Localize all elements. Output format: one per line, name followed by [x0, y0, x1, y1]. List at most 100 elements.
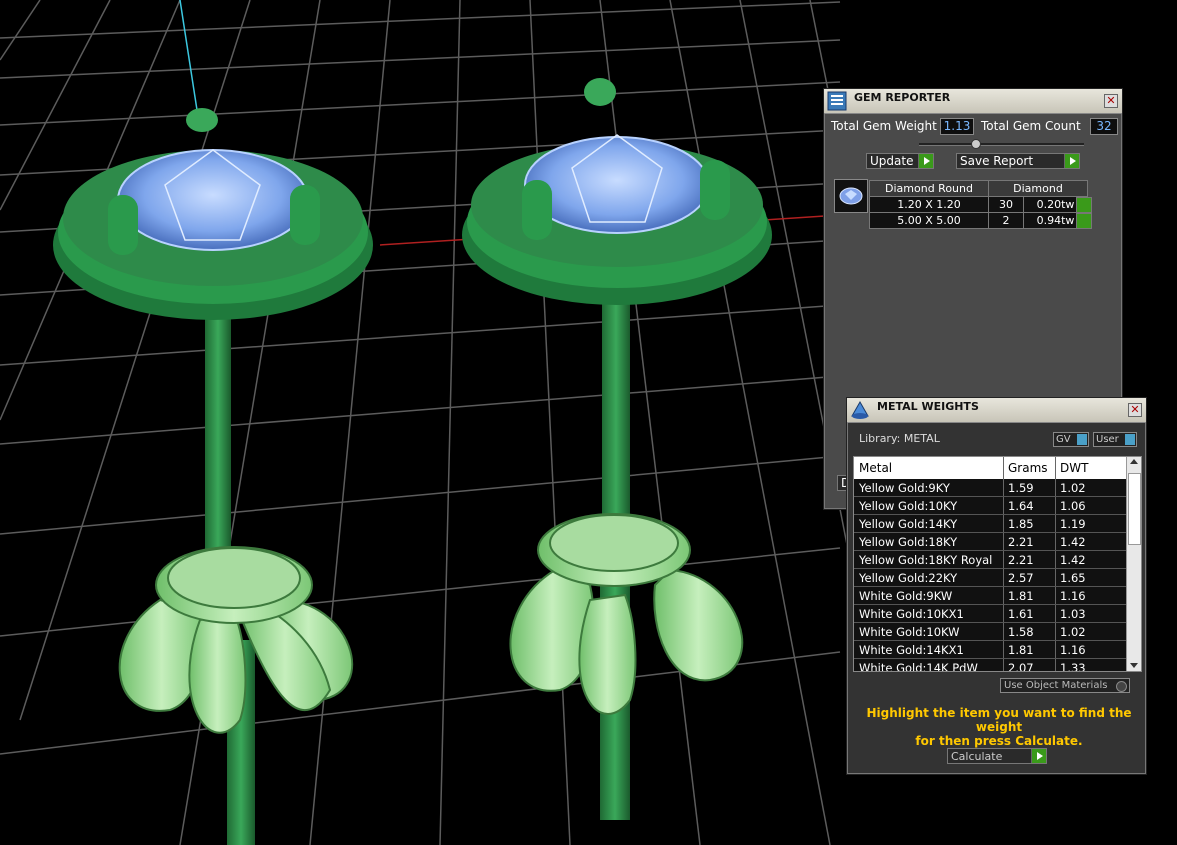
library-label: Library: METAL [859, 432, 940, 445]
metal-row[interactable]: White Gold:9KW 1.81 1.16 [854, 587, 1141, 605]
user-toggle-indicator [1125, 434, 1135, 445]
metal-row-dwt: 1.42 [1060, 534, 1086, 549]
gem-reporter-title: GEM REPORTER [854, 91, 951, 104]
gv-toggle[interactable]: GV [1053, 432, 1089, 447]
metal-row-dwt: 1.65 [1060, 570, 1086, 585]
metal-row[interactable]: Yellow Gold:10KY 1.64 1.06 [854, 497, 1141, 515]
metal-row-grams: 1.59 [1004, 479, 1056, 496]
gem-count: 2 [988, 212, 1024, 229]
gem-size: 1.20 X 1.20 [869, 196, 989, 213]
gem-row-2-select-button[interactable] [1076, 213, 1092, 229]
metal-row-grams: 1.61 [1004, 605, 1056, 622]
metal-row-grams: 2.57 [1004, 569, 1056, 586]
metal-row[interactable]: Yellow Gold:18KY Royal 2.21 1.42 [854, 551, 1141, 569]
metal-row-grams: 1.64 [1004, 497, 1056, 514]
metal-row[interactable]: White Gold:10KW 1.58 1.02 [854, 623, 1141, 641]
save-report-button[interactable]: Save Report [956, 153, 1080, 169]
scroll-thumb[interactable] [1128, 473, 1141, 545]
metal-weights-close-button[interactable]: ✕ [1128, 403, 1142, 417]
total-gem-count-value: 32 [1090, 118, 1118, 135]
metal-row-grams: 2.21 [1004, 551, 1056, 568]
metal-row-dwt: 1.02 [1060, 480, 1086, 495]
gem-table-header-type: Diamond Round [869, 180, 989, 197]
gem-reporter-slider[interactable] [919, 139, 1084, 149]
gem-table: Diamond Round Diamond 1.20 X 1.20 30 0.2… [869, 180, 1088, 229]
metal-row-metal: Yellow Gold:9KY [854, 479, 1004, 496]
earring-right[interactable] [462, 78, 772, 820]
metal-row-metal: White Gold:14KX1 [854, 641, 1004, 658]
col-dwt-header[interactable]: DWT [1056, 457, 1116, 479]
calculate-label: Calculate [951, 750, 1003, 763]
calculate-button[interactable]: Calculate [947, 748, 1047, 764]
update-button[interactable]: Update [866, 153, 934, 169]
metal-row-grams: 2.21 [1004, 533, 1056, 550]
metal-row[interactable]: White Gold:14K PdW 2.07 1.33 [854, 659, 1141, 672]
metal-row-dwt: 1.16 [1060, 588, 1086, 603]
calculate-play-icon [1031, 749, 1046, 763]
update-play-icon [918, 154, 933, 168]
scroll-up-arrow-icon[interactable] [1130, 459, 1138, 464]
grid-floor [0, 0, 851, 845]
metal-row-grams: 1.81 [1004, 641, 1056, 658]
metal-row-dwt: 1.19 [1060, 516, 1086, 531]
user-label: User [1096, 434, 1119, 445]
diamond-round-icon [834, 179, 868, 213]
metal-row-metal: White Gold:10KX1 [854, 605, 1004, 622]
gem-reporter-titlebar[interactable]: GEM REPORTER ✕ [824, 89, 1122, 114]
col-metal-header[interactable]: Metal [854, 457, 1004, 479]
metal-row-dwt: 1.42 [1060, 552, 1086, 567]
save-report-label: Save Report [960, 154, 1034, 168]
update-button-label: Update [870, 154, 914, 168]
metal-row-metal: Yellow Gold:18KY [854, 533, 1004, 550]
metal-row[interactable]: Yellow Gold:18KY 2.21 1.42 [854, 533, 1141, 551]
metal-row-dwt: 1.02 [1060, 624, 1086, 639]
metal-weights-titlebar[interactable]: METAL WEIGHTS ✕ [847, 398, 1146, 423]
metal-row-metal: Yellow Gold:18KY Royal [854, 551, 1004, 568]
metal-weights-panel: METAL WEIGHTS ✕ Library: METAL GV User M… [846, 397, 1147, 775]
metal-row-metal: White Gold:9KW [854, 587, 1004, 604]
metal-list-scrollbar[interactable] [1126, 457, 1141, 671]
metal-row[interactable]: Yellow Gold:9KY 1.59 1.02 [854, 479, 1141, 497]
metal-row[interactable]: Yellow Gold:22KY 2.57 1.65 [854, 569, 1141, 587]
hint-line-2: for then press Calculate. [915, 734, 1083, 748]
metal-row-dwt: 1.16 [1060, 642, 1086, 657]
metal-row-metal: White Gold:14K PdW [854, 659, 1004, 671]
metal-cone-icon [851, 400, 869, 419]
metal-row-dwt: 1.06 [1060, 498, 1086, 513]
metal-row[interactable]: White Gold:10KX1 1.61 1.03 [854, 605, 1141, 623]
metal-row[interactable]: Yellow Gold:14KY 1.85 1.19 [854, 515, 1141, 533]
total-gem-weight-value: 1.13 [940, 118, 974, 135]
use-object-materials-indicator [1116, 681, 1127, 692]
metal-row-metal: Yellow Gold:22KY [854, 569, 1004, 586]
gem-table-row[interactable]: 1.20 X 1.20 30 0.20tw [869, 196, 1088, 213]
gem-report-icon [827, 91, 847, 111]
hint-line-1: Highlight the item you want to find the … [866, 706, 1132, 734]
metal-row-grams: 2.07 [1004, 659, 1056, 671]
col-grams-header[interactable]: Grams [1004, 457, 1056, 479]
use-object-materials-label: Use Object Materials [1004, 680, 1108, 691]
metal-row-grams: 1.58 [1004, 623, 1056, 640]
metal-row-metal: Yellow Gold:10KY [854, 497, 1004, 514]
metal-row-dwt: 1.03 [1060, 606, 1086, 621]
gem-size: 5.00 X 5.00 [869, 212, 989, 229]
gem-table-header-material: Diamond [988, 180, 1088, 197]
metal-list-header: Metal Grams DWT [854, 457, 1141, 479]
metal-weights-hint: Highlight the item you want to find the … [859, 706, 1139, 748]
metal-row-dwt: 1.33 [1060, 660, 1086, 672]
metal-row-metal: Yellow Gold:14KY [854, 515, 1004, 532]
slider-handle[interactable] [971, 139, 981, 149]
gem-table-row[interactable]: 5.00 X 5.00 2 0.94tw [869, 212, 1088, 229]
metal-weights-list[interactable]: Metal Grams DWT Yellow Gold:9KY 1.59 1.02 Y… [853, 456, 1142, 672]
save-report-play-icon [1064, 154, 1079, 168]
gv-toggle-indicator [1077, 434, 1087, 445]
metal-weights-title: METAL WEIGHTS [877, 400, 979, 413]
gem-row-1-select-button[interactable] [1076, 197, 1092, 213]
earring-left[interactable] [53, 108, 373, 845]
metal-row[interactable]: White Gold:14KX1 1.81 1.16 [854, 641, 1141, 659]
use-object-materials-toggle[interactable]: Use Object Materials [1000, 678, 1130, 693]
total-gem-count-label: Total Gem Count [981, 119, 1081, 133]
metal-row-grams: 1.85 [1004, 515, 1056, 532]
gem-reporter-close-button[interactable]: ✕ [1104, 94, 1118, 108]
user-toggle[interactable]: User [1093, 432, 1137, 447]
scroll-down-arrow-icon[interactable] [1130, 663, 1138, 668]
